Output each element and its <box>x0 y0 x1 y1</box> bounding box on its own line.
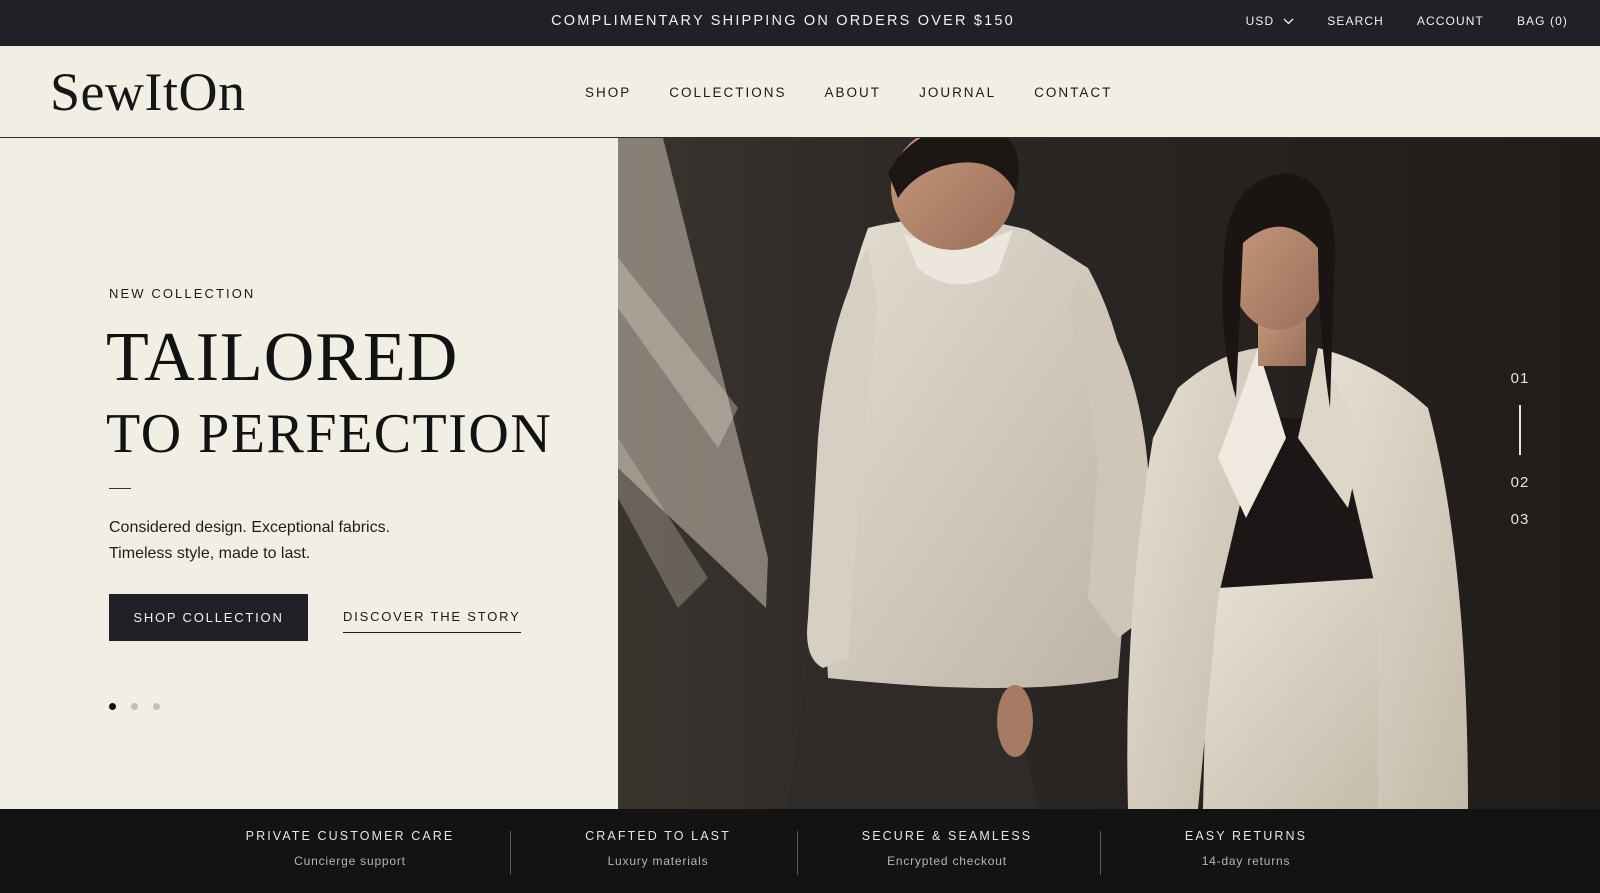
feature-returns: EASY RETURNS 14-day returns <box>1126 809 1366 893</box>
feature-customer-care: PRIVATE CUSTOMER CARE Cuncierge support <box>230 809 470 893</box>
feature-secure: SECURE & SEAMLESS Encrypted checkout <box>832 809 1062 893</box>
chevron-down-icon <box>1283 18 1294 24</box>
nav-shop[interactable]: SHOP <box>585 85 631 100</box>
feature-title: CRAFTED TO LAST <box>585 828 731 843</box>
carousel-dot-2[interactable] <box>131 703 138 710</box>
hero-subtext-line2: Timeless style, made to last. <box>109 545 311 562</box>
feature-divider <box>1100 831 1101 875</box>
currency-label: USD <box>1245 14 1275 28</box>
feature-crafted: CRAFTED TO LAST Luxury materials <box>546 809 770 893</box>
slide-number-03[interactable]: 03 <box>1508 511 1532 528</box>
hero-headline-line1: TAILORED <box>106 319 459 396</box>
nav-collections[interactable]: COLLECTIONS <box>669 85 786 100</box>
feature-divider <box>510 831 511 875</box>
nav-about[interactable]: ABOUT <box>825 85 882 100</box>
feature-subtitle: 14-day returns <box>1201 853 1291 868</box>
utility-nav: USD SEARCH ACCOUNT BAG (0) <box>1246 0 1568 42</box>
announcement-bar: COMPLIMENTARY SHIPPING ON ORDERS OVER $1… <box>0 0 1600 46</box>
slide-number-01[interactable]: 01 <box>1508 370 1532 387</box>
hero-headline: TAILORED TO PERFECTION <box>106 318 552 470</box>
feature-subtitle: Cuncierge support <box>294 853 406 868</box>
hero-photo-illustration <box>618 138 1600 809</box>
account-link[interactable]: ACCOUNT <box>1417 14 1484 28</box>
feature-subtitle: Encrypted checkout <box>887 853 1007 868</box>
carousel-dots <box>109 703 160 710</box>
carousel-dot-3[interactable] <box>153 703 160 710</box>
feature-title: EASY RETURNS <box>1184 828 1308 843</box>
carousel-dot-1[interactable] <box>109 703 116 710</box>
features-bar: PRIVATE CUSTOMER CARE Cuncierge support … <box>0 809 1600 893</box>
logo[interactable]: SewItOn <box>50 61 245 123</box>
hero-subtext-line1: Considered design. Exceptional fabrics. <box>109 519 391 536</box>
hero-text-panel: NEW COLLECTION TAILORED TO PERFECTION Co… <box>0 138 618 809</box>
hero-subtext: Considered design. Exceptional fabrics. … <box>109 515 390 567</box>
nav-journal[interactable]: JOURNAL <box>919 85 996 100</box>
search-link[interactable]: SEARCH <box>1327 14 1384 28</box>
feature-title: PRIVATE CUSTOMER CARE <box>245 828 455 843</box>
feature-subtitle: Luxury materials <box>607 853 709 868</box>
nav-contact[interactable]: CONTACT <box>1034 85 1112 100</box>
feature-divider <box>797 831 798 875</box>
site-header: SewItOn SHOP COLLECTIONS ABOUT JOURNAL C… <box>0 46 1600 138</box>
hero-headline-line2: TO PERFECTION <box>106 403 553 465</box>
currency-selector[interactable]: USD <box>1246 14 1295 28</box>
main-nav: SHOP COLLECTIONS ABOUT JOURNAL CONTACT <box>585 46 1112 138</box>
slide-progress-line <box>1519 405 1521 455</box>
divider <box>109 488 131 489</box>
discover-story-link[interactable]: DISCOVER THE STORY <box>343 609 521 633</box>
hero-image: 01 02 03 <box>618 138 1600 809</box>
slide-number-02[interactable]: 02 <box>1508 474 1532 491</box>
feature-title: SECURE & SEAMLESS <box>861 828 1033 843</box>
bag-link[interactable]: BAG (0) <box>1517 14 1568 28</box>
shop-collection-button[interactable]: SHOP COLLECTION <box>109 594 308 641</box>
hero-eyebrow: NEW COLLECTION <box>109 286 256 301</box>
